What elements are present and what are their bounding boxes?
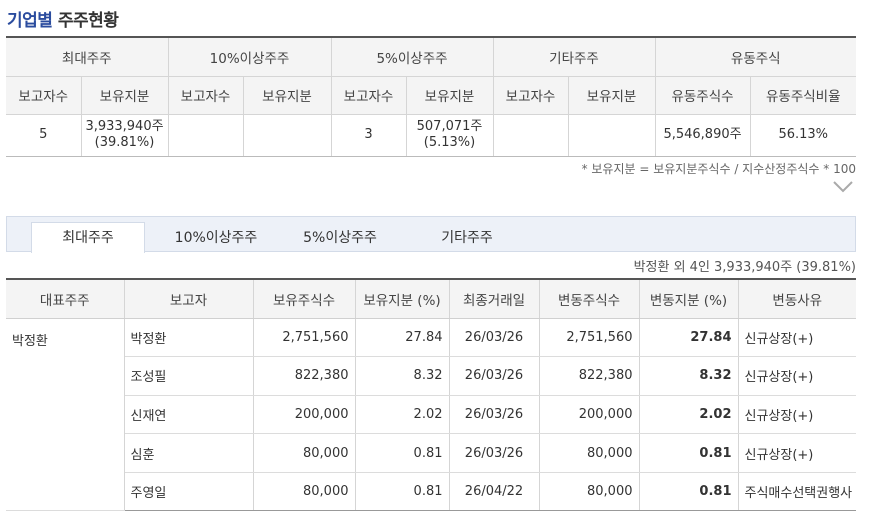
- subheader: 유동주식수: [655, 76, 751, 115]
- reporter-cell: 신재연: [124, 395, 254, 435]
- reason-cell: 신규상장(+): [738, 318, 856, 358]
- chevron-down-icon[interactable]: [832, 180, 854, 194]
- shares-cell: 2,751,560: [253, 318, 356, 358]
- subheader: 보유지분: [568, 76, 656, 115]
- subheader: 보고자수: [6, 76, 82, 115]
- summary-row: 5 3,933,940주 (39.81%) 3 507,071주 (5.13%) 5…: [6, 114, 857, 157]
- subheader: 유동주식비율: [750, 76, 857, 115]
- change-shares-cell: 200,000: [539, 395, 640, 435]
- reason-cell: 신규상장(+): [738, 395, 856, 435]
- change-stake-cell: 0.81: [639, 472, 739, 512]
- tab-5pct[interactable]: 5%이상주주: [283, 223, 397, 254]
- reporter-cell: 조성필: [124, 356, 254, 396]
- change-shares-cell: 2,751,560: [539, 318, 640, 358]
- summary-cell: 3: [331, 114, 407, 157]
- change-shares-cell: 80,000: [539, 472, 640, 512]
- change-stake-cell: 27.84: [639, 318, 739, 358]
- table-row: 주영일 80,000 0.81 26/04/22 80,000 0.81 주식매…: [6, 472, 856, 512]
- group-header-5pct: 5%이상주주: [331, 37, 494, 77]
- group-header-largest: 최대주주: [6, 37, 169, 77]
- stake-cell: 0.81: [355, 472, 450, 512]
- shares-cell: 822,380: [253, 356, 356, 396]
- shares-cell: 80,000: [253, 472, 356, 512]
- tab-10pct[interactable]: 10%이상주주: [159, 223, 273, 254]
- shareholder-tabs: 최대주주 10%이상주주 5%이상주주 기타주주: [6, 216, 856, 254]
- column-header: 변동지분 (%): [639, 279, 739, 319]
- page-title-rest: 주주현황: [57, 11, 119, 31]
- column-header: 보유주식수: [253, 279, 356, 319]
- group-header-10pct: 10%이상주주: [168, 37, 332, 77]
- page-title: 기업별 주주현황: [7, 6, 119, 31]
- reason-cell: 주식매수선택권행사: [738, 472, 856, 512]
- shareholder-detail-table: 대표주주 보고자 보유주식수 보유지분 (%) 최종거래일 변동주식수 변동지분…: [6, 278, 856, 512]
- change-shares-cell: 80,000: [539, 433, 640, 473]
- summary-cell: [243, 114, 332, 157]
- stake-cell: 2.02: [355, 395, 450, 435]
- change-shares-cell: 822,380: [539, 356, 640, 396]
- reason-cell: 신규상장(+): [738, 356, 856, 396]
- table-row: 심훈 80,000 0.81 26/03/26 80,000 0.81 신규상장…: [6, 433, 856, 473]
- reporter-cell: 심훈: [124, 433, 254, 473]
- column-header: 보고자: [124, 279, 254, 319]
- last-date-cell: 26/03/26: [449, 356, 540, 396]
- subheader: 보고자수: [168, 76, 244, 115]
- group-header-float: 유동주식: [655, 37, 857, 77]
- change-stake-cell: 0.81: [639, 433, 739, 473]
- table-row: 신재연 200,000 2.02 26/03/26 200,000 2.02 신…: [6, 395, 856, 435]
- tab-other[interactable]: 기타주주: [415, 223, 519, 254]
- summary-cell: 3,933,940주 (39.81%): [81, 114, 169, 157]
- change-stake-cell: 8.32: [639, 356, 739, 396]
- subheader: 보유지분: [406, 76, 494, 115]
- representative-cell: 박정환: [6, 318, 125, 512]
- shareholder-summary-table: 최대주주 10%이상주주 5%이상주주 기타주주 유동주식 보고자수 보유지분 …: [6, 36, 857, 157]
- holding-total: 박정환 외 4인 3,933,940주 (39.81%): [633, 260, 856, 275]
- column-header: 변동주식수: [539, 279, 640, 319]
- change-stake-cell: 2.02: [639, 395, 739, 435]
- shares-cell: 200,000: [253, 395, 356, 435]
- column-header: 최종거래일: [449, 279, 540, 319]
- tab-largest[interactable]: 최대주주: [31, 222, 145, 253]
- subheader: 보고자수: [331, 76, 407, 115]
- last-date-cell: 26/03/26: [449, 395, 540, 435]
- column-header: 변동사유: [738, 279, 856, 319]
- last-date-cell: 26/04/22: [449, 472, 540, 512]
- reporter-cell: 박정환: [124, 318, 254, 358]
- subheader: 보유지분: [243, 76, 332, 115]
- last-date-cell: 26/03/26: [449, 318, 540, 358]
- summary-cell: 5: [6, 114, 82, 157]
- stake-cell: 27.84: [355, 318, 450, 358]
- table-row: 조성필 822,380 8.32 26/03/26 822,380 8.32 신…: [6, 356, 856, 396]
- summary-cell: [568, 114, 656, 157]
- summary-cell: [493, 114, 569, 157]
- reason-cell: 신규상장(+): [738, 433, 856, 473]
- stake-cell: 0.81: [355, 433, 450, 473]
- summary-cell: 507,071주 (5.13%): [406, 114, 494, 157]
- subheader: 보고자수: [493, 76, 569, 115]
- last-date-cell: 26/03/26: [449, 433, 540, 473]
- shares-cell: 80,000: [253, 433, 356, 473]
- page-title-highlight: 기업별: [7, 11, 53, 31]
- reporter-cell: 주영일: [124, 472, 254, 512]
- table-row: 박정환 박정환 2,751,560 27.84 26/03/26 2,751,5…: [6, 318, 856, 512]
- stake-formula-note: * 보유지분 = 보유지분주식수 / 지수산정주식수 * 100: [581, 162, 856, 176]
- group-header-other: 기타주주: [493, 37, 656, 77]
- column-header: 보유지분 (%): [355, 279, 450, 319]
- stake-cell: 8.32: [355, 356, 450, 396]
- summary-cell: 56.13%: [750, 114, 857, 157]
- column-header: 대표주주: [6, 279, 125, 319]
- summary-cell: 5,546,890주: [655, 114, 751, 157]
- subheader: 보유지분: [81, 76, 169, 115]
- summary-cell: [168, 114, 244, 157]
